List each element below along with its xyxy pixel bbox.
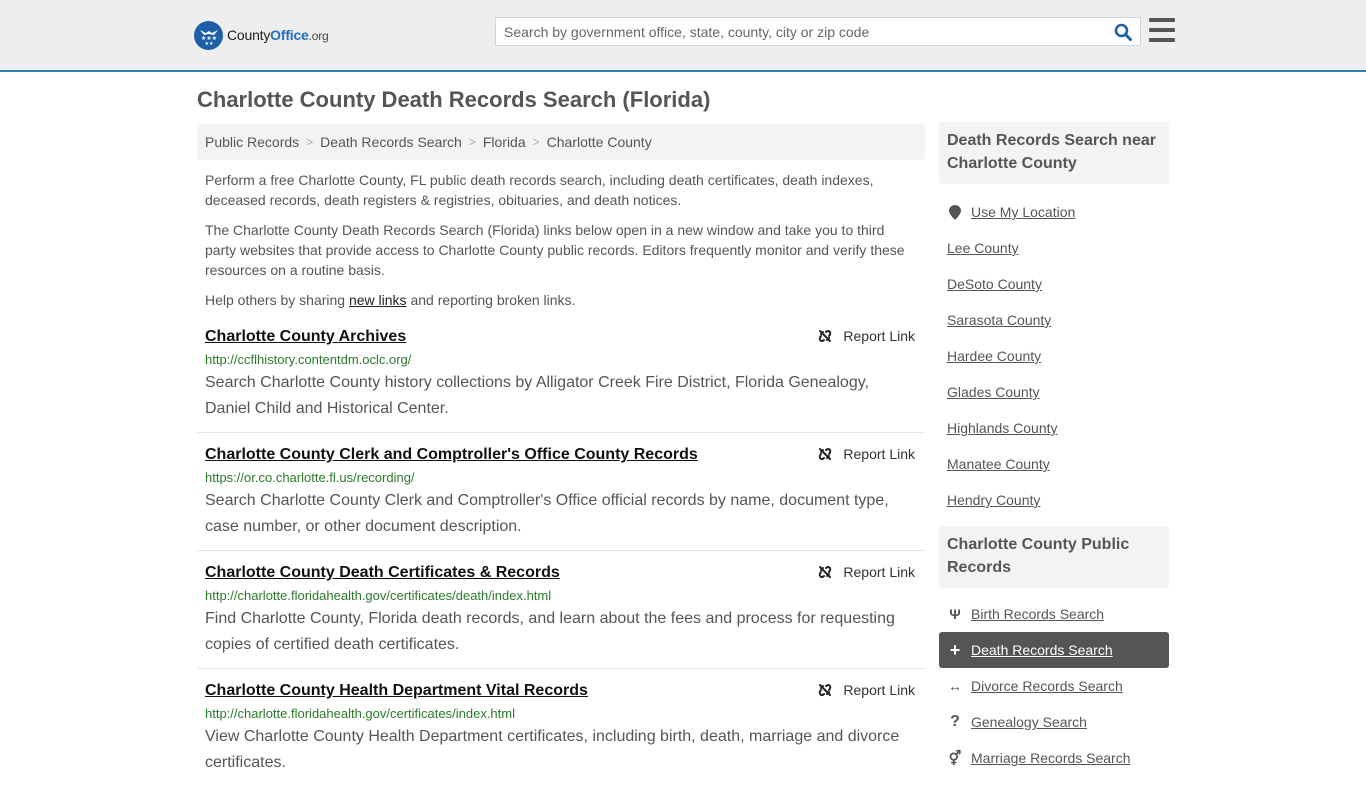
- broken-link-icon: [819, 565, 832, 579]
- nearby-county-link[interactable]: Lee County: [947, 240, 1019, 256]
- breadcrumb-death-records-search[interactable]: Death Records Search: [320, 134, 462, 150]
- result-description: View Charlotte County Health Department …: [205, 728, 900, 771]
- sidebar: Death Records Search near Charlotte Coun…: [939, 122, 1169, 784]
- menu-bar: [1149, 18, 1175, 22]
- sidebar-item-label[interactable]: Birth Records Search: [971, 606, 1104, 622]
- nearby-county-link[interactable]: DeSoto County: [947, 276, 1042, 292]
- use-my-location-item[interactable]: Use My Location: [939, 194, 1169, 230]
- result-item: Charlotte County Death Certificates & Re…: [197, 562, 925, 669]
- result-item: Charlotte County Health Department Vital…: [197, 680, 925, 786]
- result-title-link[interactable]: Charlotte County Clerk and Comptroller's…: [205, 444, 698, 466]
- map-marker-icon: [947, 204, 963, 220]
- nearby-county-item[interactable]: DeSoto County: [939, 266, 1169, 302]
- intro-paragraph-2: The Charlotte County Death Records Searc…: [205, 222, 905, 278]
- page-title: Charlotte County Death Records Search (F…: [197, 87, 711, 112]
- result-description: Search Charlotte County Clerk and Comptr…: [205, 492, 889, 535]
- report-link-button[interactable]: Report Link: [817, 446, 915, 462]
- breadcrumb-charlotte-county[interactable]: Charlotte County: [547, 134, 652, 150]
- sidebar-item-label[interactable]: Marriage Records Search: [971, 750, 1131, 766]
- result-description: Search Charlotte County history collecti…: [205, 374, 869, 417]
- breadcrumb: Public Records > Death Records Search > …: [197, 124, 925, 160]
- report-link-button[interactable]: Report Link: [817, 328, 915, 344]
- report-link-button[interactable]: Report Link: [817, 564, 915, 580]
- result-url[interactable]: http://charlotte.floridahealth.gov/certi…: [205, 586, 917, 606]
- public-records-heading: Charlotte County Public Records: [939, 526, 1169, 588]
- search-button[interactable]: [1106, 18, 1140, 45]
- result-item: Charlotte County Clerk and Comptroller's…: [197, 444, 925, 551]
- broken-link-icon: [819, 683, 832, 697]
- new-links-link[interactable]: new links: [349, 292, 407, 308]
- nearby-county-link[interactable]: Sarasota County: [947, 312, 1051, 328]
- arrows-horizontal-icon: ↔: [948, 678, 962, 694]
- breadcrumb-separator: >: [306, 135, 314, 149]
- report-link-button[interactable]: Report Link: [817, 682, 915, 698]
- nearby-county-link[interactable]: Hendry County: [947, 492, 1040, 508]
- breadcrumb-separator: >: [532, 135, 540, 149]
- results-list: Charlotte County Archives Report Link ht…: [197, 326, 925, 786]
- menu-bar: [1149, 28, 1175, 32]
- nearby-county-link[interactable]: Manatee County: [947, 456, 1050, 472]
- marriage-icon: ⚥: [948, 749, 962, 766]
- sidebar-item-label[interactable]: Death Records Search: [971, 642, 1113, 658]
- search-input[interactable]: [496, 18, 1106, 45]
- nearby-county-item[interactable]: Sarasota County: [939, 302, 1169, 338]
- sidebar-item-genealogy[interactable]: ? Genealogy Search: [939, 704, 1169, 740]
- breadcrumb-public-records[interactable]: Public Records: [205, 134, 299, 150]
- nearby-county-link[interactable]: Hardee County: [947, 348, 1041, 364]
- search-box: [495, 17, 1141, 46]
- logo-eagle-icon: ★★★ ★★: [194, 20, 223, 50]
- public-records-list: Ψ Birth Records Search + Death Records S…: [939, 588, 1169, 784]
- intro-text: Perform a free Charlotte County, FL publ…: [197, 170, 925, 310]
- sidebar-item-marriage-records[interactable]: ⚥ Marriage Records Search: [939, 740, 1169, 776]
- broken-link-icon: [819, 447, 832, 461]
- result-url[interactable]: http://charlotte.floridahealth.gov/certi…: [205, 704, 917, 724]
- site-header: ★★★ ★★ CountyOffice.org: [0, 0, 1366, 72]
- result-url[interactable]: http://ccflhistory.contentdm.oclc.org/: [205, 350, 917, 370]
- sidebar-item-label[interactable]: Genealogy Search: [971, 714, 1087, 730]
- breadcrumb-separator: >: [468, 135, 476, 149]
- nearby-county-item[interactable]: Highlands County: [939, 410, 1169, 446]
- sidebar-item-label[interactable]: Divorce Records Search: [971, 678, 1123, 694]
- sidebar-item-death-records[interactable]: + Death Records Search: [939, 632, 1169, 668]
- nearby-county-item[interactable]: Hardee County: [939, 338, 1169, 374]
- intro-paragraph-1: Perform a free Charlotte County, FL publ…: [205, 172, 874, 208]
- result-title-link[interactable]: Charlotte County Death Certificates & Re…: [205, 562, 560, 584]
- nearby-heading: Death Records Search near Charlotte Coun…: [939, 122, 1169, 184]
- nearby-county-link[interactable]: Highlands County: [947, 420, 1058, 436]
- site-logo[interactable]: ★★★ ★★ CountyOffice.org: [194, 20, 329, 50]
- sidebar-item-birth-records[interactable]: Ψ Birth Records Search: [939, 596, 1169, 632]
- menu-bar: [1149, 38, 1175, 42]
- sidebar-item-divorce-records[interactable]: ↔ Divorce Records Search: [939, 668, 1169, 704]
- child-icon: Ψ: [949, 606, 961, 622]
- broken-link-icon: [819, 329, 832, 343]
- nearby-county-item[interactable]: Hendry County: [939, 482, 1169, 518]
- logo-text: CountyOffice.org: [227, 27, 329, 43]
- nearby-list: Use My Location Lee County DeSoto County…: [939, 184, 1169, 526]
- search-icon: [1114, 23, 1132, 41]
- breadcrumb-florida[interactable]: Florida: [483, 134, 526, 150]
- result-title-link[interactable]: Charlotte County Health Department Vital…: [205, 680, 588, 702]
- result-title-link[interactable]: Charlotte County Archives: [205, 326, 406, 348]
- svg-text:★★: ★★: [204, 41, 213, 46]
- plus-icon: +: [949, 639, 961, 660]
- nearby-county-link[interactable]: Glades County: [947, 384, 1040, 400]
- result-description: Find Charlotte County, Florida death rec…: [205, 610, 895, 653]
- use-my-location-link[interactable]: Use My Location: [971, 204, 1075, 220]
- result-url[interactable]: https://or.co.charlotte.fl.us/recording/: [205, 468, 917, 488]
- nearby-county-item[interactable]: Lee County: [939, 230, 1169, 266]
- nearby-county-item[interactable]: Glades County: [939, 374, 1169, 410]
- intro-paragraph-3: Help others by sharing new links and rep…: [205, 292, 576, 308]
- nearby-county-item[interactable]: Manatee County: [939, 446, 1169, 482]
- main-content: Public Records > Death Records Search > …: [197, 124, 925, 797]
- question-icon: ?: [950, 713, 960, 730]
- hamburger-menu-button[interactable]: [1149, 18, 1175, 42]
- result-item: Charlotte County Archives Report Link ht…: [197, 326, 925, 433]
